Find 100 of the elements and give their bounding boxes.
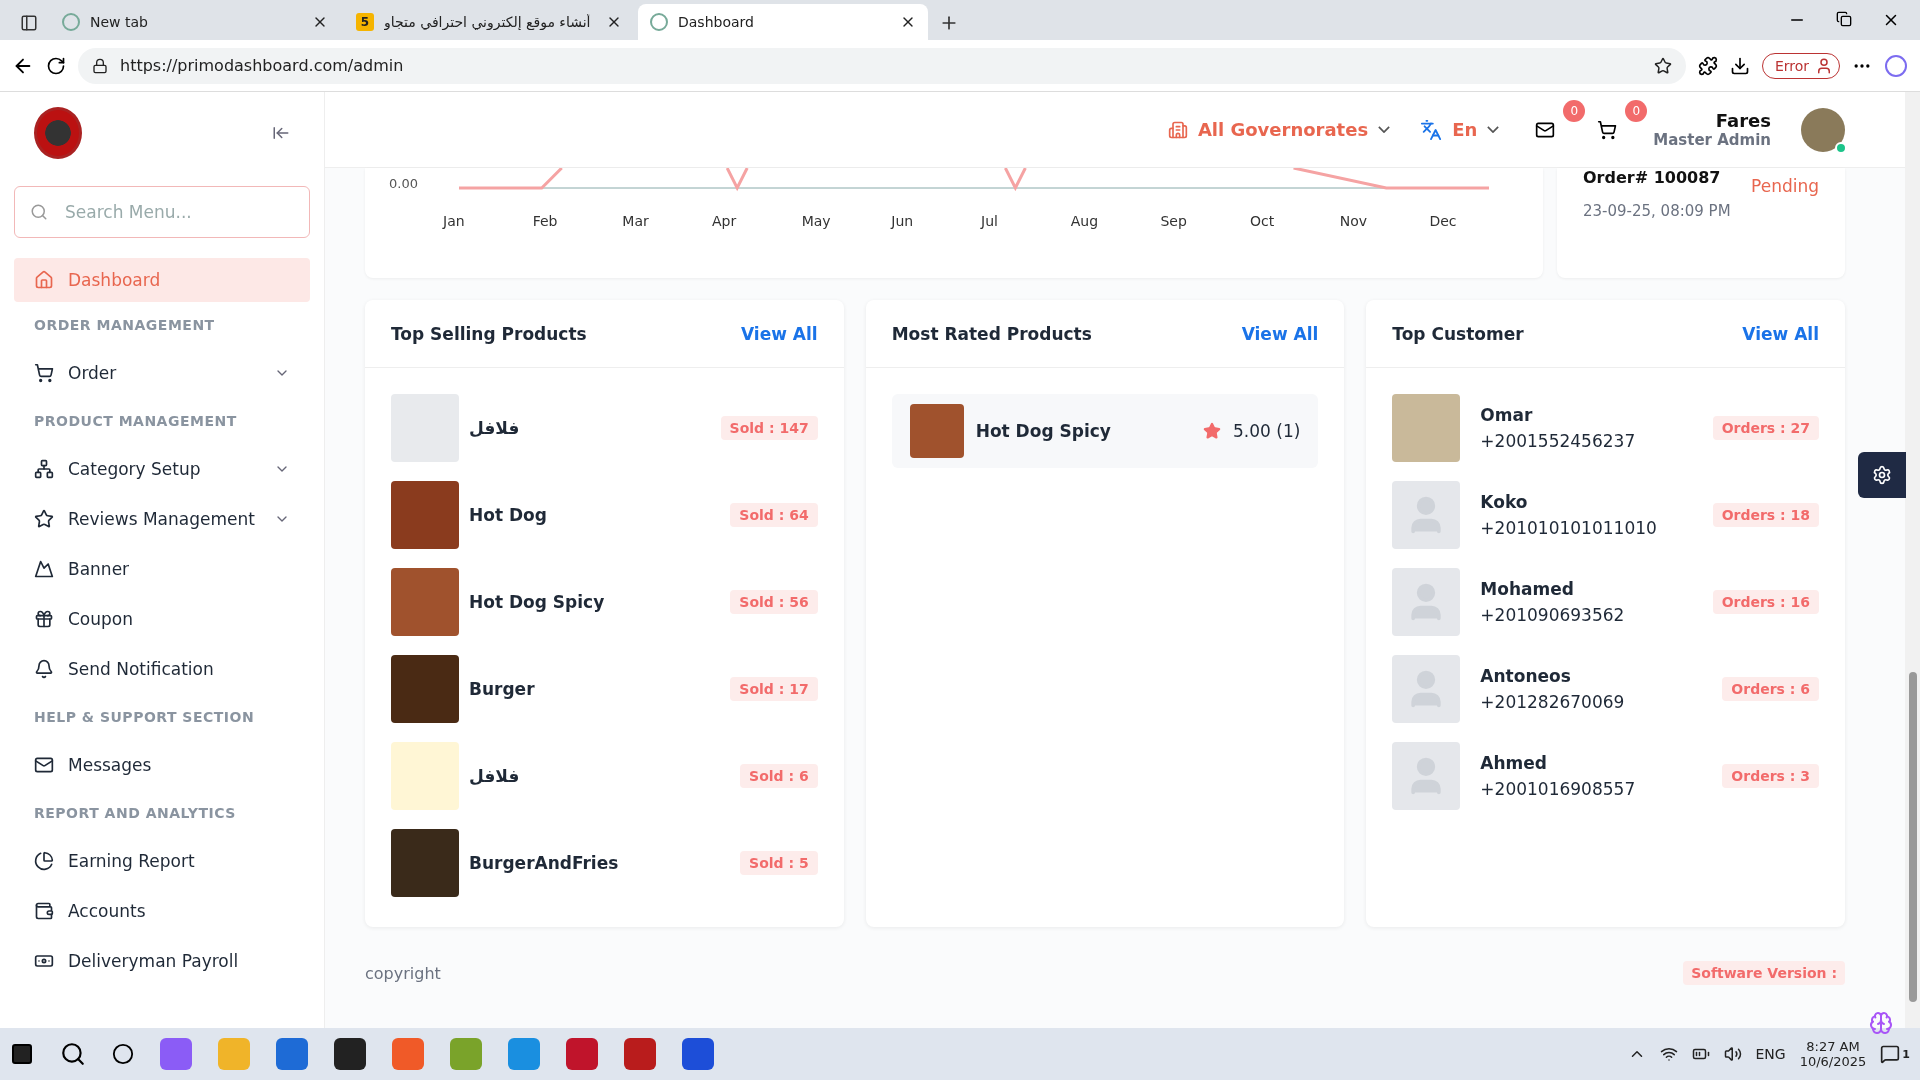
customer-phone: +201282670069 (1480, 692, 1626, 712)
section-heading: HELP & SUPPORT SECTION (33, 708, 256, 727)
section-heading: ORDER MANAGEMENT (33, 316, 216, 335)
settings-button[interactable] (1858, 452, 1906, 498)
site-icon (650, 13, 668, 31)
mountain-icon (34, 559, 54, 579)
count-badge: 0 (1563, 99, 1586, 122)
download-icon[interactable] (1729, 55, 1750, 76)
cart-icon (34, 363, 54, 383)
axis-label: Jul (981, 213, 999, 229)
cart-icon (1597, 119, 1618, 140)
menu-item[interactable]: Banner (14, 544, 310, 594)
avatar[interactable] (1801, 107, 1845, 152)
sold-count: Sold : 6 (740, 764, 818, 788)
view-all-link[interactable]: View All (1241, 323, 1319, 344)
home-icon (34, 270, 54, 290)
user-name: Fares (1715, 110, 1771, 131)
photo-placeholder (909, 404, 964, 458)
notification-icon[interactable] (1880, 1044, 1901, 1064)
axis-label: Nov (1339, 213, 1369, 229)
reload-icon[interactable] (46, 55, 66, 76)
photo-placeholder (391, 742, 459, 810)
axis-label: Sep (1160, 213, 1188, 229)
browser-tab[interactable]: Dashboard (638, 4, 928, 40)
product-name: Hot Dog (469, 505, 548, 525)
axis-label: Dec (1429, 213, 1458, 229)
photo-placeholder (391, 829, 459, 897)
customer-name: Mohamed (1480, 579, 1575, 599)
search-icon (30, 203, 48, 221)
view-all-link[interactable]: View All (741, 323, 818, 344)
product-name: فلافل (469, 418, 521, 438)
sold-count: Sold : 17 (730, 677, 818, 701)
start-icon[interactable] (10, 1042, 34, 1066)
avatar-placeholder-icon (1392, 655, 1461, 723)
customer-phone: +2001552456237 (1480, 431, 1637, 451)
customer-phone: +2001016908557 (1480, 779, 1637, 799)
menu-item[interactable]: Category Setup (14, 444, 310, 494)
menu-item[interactable]: Messages (14, 740, 310, 790)
restore-icon[interactable] (1836, 11, 1852, 27)
logo-icon[interactable] (34, 107, 82, 159)
card-title: Top Customer (1392, 323, 1524, 344)
app-icon[interactable] (334, 1038, 366, 1070)
language-indicator[interactable]: ENG (1755, 1046, 1786, 1062)
view-all-link[interactable]: View All (1742, 323, 1819, 344)
bell-icon (34, 659, 54, 679)
menu-item[interactable]: Order (14, 348, 310, 398)
menu-item[interactable]: Send Notification (14, 644, 310, 694)
product-row[interactable]: Hot Dog Spicy 5.00 (1) (891, 394, 1319, 468)
axis-label: Apr (712, 213, 738, 229)
menu-item[interactable]: Coupon (14, 594, 310, 644)
axis-label: Feb (532, 213, 559, 229)
gift-icon (34, 609, 54, 629)
search-icon[interactable] (60, 1041, 86, 1067)
clock[interactable]: 8:27 AM 10/6/2025 (1799, 1039, 1867, 1069)
menu-item[interactable]: Earning Report (14, 836, 310, 886)
task-view-icon[interactable] (112, 1043, 134, 1065)
section-heading: REPORT AND ANALYTICS (33, 804, 237, 823)
collapse-icon[interactable] (272, 124, 290, 142)
browser-tab[interactable]: New tab (50, 4, 340, 40)
chevron-icon (1378, 126, 1391, 133)
avatar-placeholder-icon (1392, 481, 1461, 549)
star-icon (34, 509, 54, 529)
address-bar[interactable]: https://primodashboard.com/admin (78, 47, 1686, 84)
wifi-icon[interactable] (1659, 1045, 1678, 1063)
menu-item[interactable]: Deliveryman Payroll (14, 936, 310, 986)
search-field[interactable]: Search Menu... (14, 186, 310, 238)
menu-item[interactable]: Accounts (14, 886, 310, 936)
product-name: Burger (469, 679, 536, 699)
star-icon (1203, 422, 1221, 440)
product-name: Hot Dog Spicy (469, 592, 606, 612)
mail-icon (34, 755, 54, 775)
count-badge: 0 (1625, 99, 1648, 122)
order-count: Orders : 18 (1712, 503, 1819, 527)
sold-count: Sold : 5 (740, 851, 818, 875)
photo-placeholder (391, 481, 459, 549)
axis-label: Jan (443, 213, 466, 229)
order-number: Order# 100087 (1583, 168, 1722, 189)
order-status: Pending (1751, 175, 1819, 196)
chevron-icon (1487, 126, 1500, 133)
rating: 5.00 (1) (1233, 421, 1301, 441)
product-name: BurgerAndFries (469, 853, 620, 873)
order-count: Orders : 3 (1722, 764, 1819, 788)
avatar-placeholder-icon (1392, 568, 1461, 636)
brain-icon[interactable] (1869, 1011, 1893, 1035)
app-icon[interactable] (682, 1038, 714, 1070)
software-version: Software Version : (1683, 961, 1845, 985)
scrollbar[interactable] (1905, 92, 1920, 1028)
customer-name: Ahmed (1480, 753, 1548, 773)
lock-icon (92, 57, 108, 74)
customer-name: Antoneos (1480, 666, 1572, 686)
product-name: Hot Dog Spicy (975, 421, 1112, 441)
menu-item[interactable]: Reviews Management (14, 494, 310, 544)
volume-icon[interactable] (1723, 1045, 1742, 1063)
site-icon (62, 13, 80, 31)
card-title: Top Selling Products (391, 323, 587, 344)
star-icon[interactable] (1653, 56, 1672, 75)
extensions-icon[interactable] (1697, 55, 1718, 76)
order-count: Orders : 27 (1712, 416, 1819, 440)
pie-chart-icon (34, 851, 54, 871)
card-title: Most Rated Products (891, 323, 1092, 344)
